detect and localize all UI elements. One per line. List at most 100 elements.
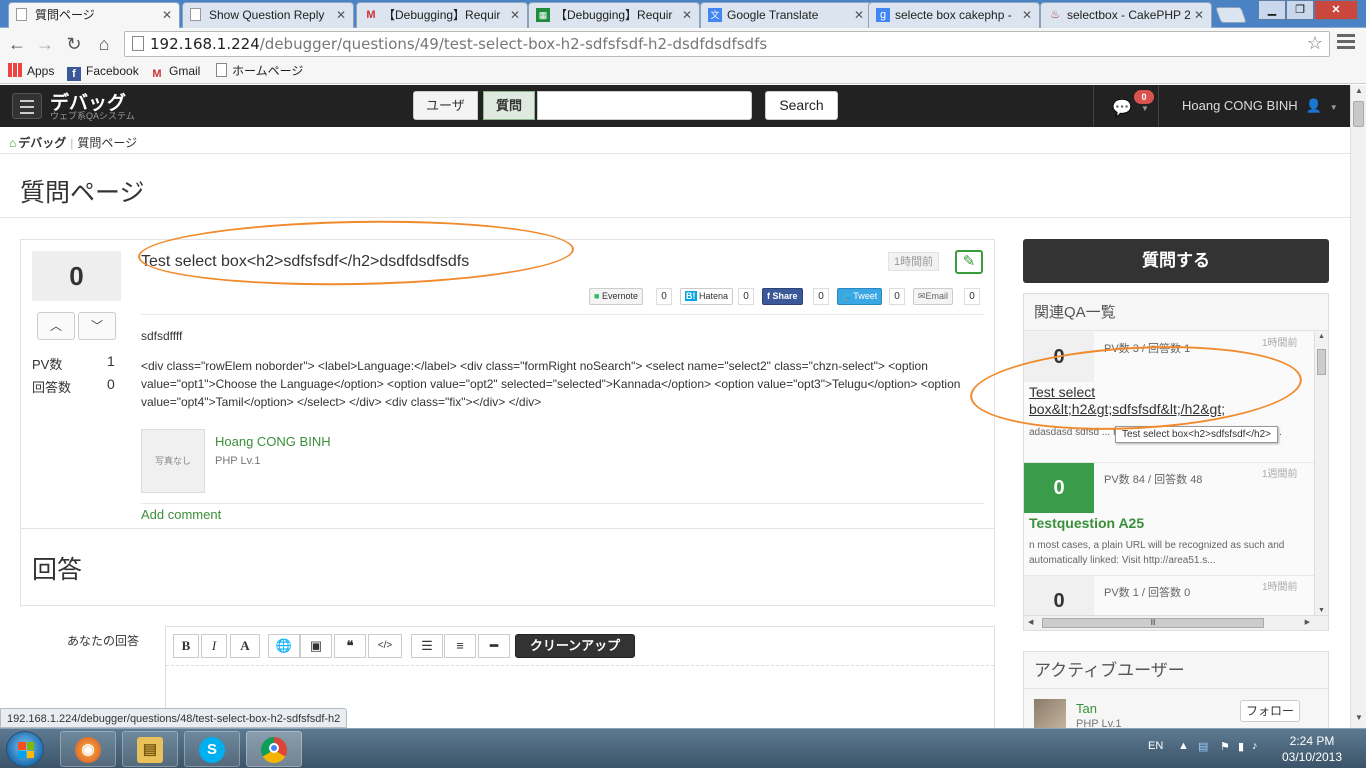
related-list-scrollbar[interactable]: ▲ ▼ (1314, 332, 1328, 615)
home-icon[interactable]: ⌂ (92, 32, 116, 56)
bookmark-apps[interactable]: Apps (8, 63, 54, 79)
page-icon (132, 36, 144, 51)
minimize-button[interactable]: ▁ (1258, 0, 1286, 20)
show-hidden-icons-icon[interactable]: ▲ (1178, 740, 1189, 752)
close-tab-icon[interactable]: ✕ (510, 3, 520, 27)
upvote-button[interactable]: ︿ (37, 312, 75, 340)
reload-icon[interactable]: ↻ (62, 32, 86, 56)
taskbar-firefox[interactable]: ◉ (60, 731, 116, 767)
author-name-link[interactable]: Hoang CONG BINH (215, 434, 331, 449)
user-menu[interactable]: Hoang CONG BINH 👤 ▼ (1182, 98, 1338, 114)
horizontal-rule-button[interactable]: ━ (478, 634, 510, 658)
author-avatar-placeholder[interactable]: 写真なし (141, 429, 205, 493)
notifications-button[interactable]: 💬 0 ▼ (1093, 85, 1159, 127)
related-ago: 1週間前 (1262, 469, 1298, 480)
search-button[interactable]: Search (765, 91, 838, 120)
close-tab-icon[interactable]: ✕ (162, 3, 172, 27)
search-input[interactable] (537, 91, 752, 120)
ime-icon[interactable]: ▤ (1198, 740, 1208, 753)
numbered-list-button[interactable]: ≡ (444, 634, 476, 658)
related-title-link[interactable]: Testquestion A25 (1029, 515, 1144, 532)
italic-button[interactable]: I (201, 634, 227, 658)
scroll-up-arrow-icon[interactable]: ▲ (1351, 86, 1366, 100)
related-list-hscrollbar[interactable]: ◀ Ⅲ ▶ (1024, 615, 1328, 630)
address-bar[interactable]: 192.168.1.224/debugger/questions/49/test… (124, 31, 1330, 57)
close-tab-icon[interactable]: ✕ (336, 3, 346, 27)
flag-icon[interactable]: ⚑ (1220, 740, 1230, 753)
scrollbar-thumb[interactable] (1353, 101, 1364, 127)
add-comment-link[interactable]: Add comment (141, 507, 221, 522)
page-scrollbar[interactable]: ▲ ▼ (1350, 85, 1366, 728)
system-clock[interactable]: 2:24 PM 03/10/2013 (1272, 733, 1352, 765)
forward-arrow-icon[interactable]: → (33, 32, 57, 56)
bold-button[interactable]: B (173, 634, 199, 658)
bookmark-homepage[interactable]: ホームページ (216, 63, 303, 79)
close-tab-icon[interactable]: ✕ (1194, 3, 1204, 27)
taskbar-explorer[interactable]: ▤ (122, 731, 178, 767)
hatena-share-button[interactable]: B! Hatena (680, 288, 734, 305)
close-tab-icon[interactable]: ✕ (682, 3, 692, 27)
scrollbar-thumb[interactable]: Ⅲ (1042, 618, 1264, 628)
firefox-icon: ◉ (75, 737, 101, 763)
email-share-button[interactable]: ✉Email (913, 288, 954, 305)
font-icon: A (240, 638, 250, 653)
language-indicator[interactable]: EN (1148, 740, 1163, 752)
bookmark-gmail[interactable]: M Gmail (150, 63, 200, 81)
follow-button[interactable]: フォロー (1240, 700, 1300, 722)
cleanup-button[interactable]: クリーンアップ (515, 634, 635, 658)
start-button[interactable] (6, 731, 44, 767)
avatar[interactable] (1034, 699, 1066, 728)
network-icon[interactable]: ▮ (1238, 740, 1244, 753)
back-arrow-icon[interactable]: ← (5, 32, 29, 56)
maximize-button[interactable]: ❐ (1286, 0, 1314, 20)
breadcrumb-home-link[interactable]: デバッグ (18, 136, 66, 150)
vote-count: 0 (32, 251, 121, 301)
font-size-button[interactable]: A (230, 634, 260, 658)
ask-question-button[interactable]: 質問する (1023, 239, 1329, 283)
scope-users-button[interactable]: ユーザ (413, 91, 478, 120)
browser-tab[interactable]: ♨ selectbox - CakePHP 2 ✕ (1040, 2, 1212, 28)
related-item[interactable]: 0 PV数 84 / 回答数 48 1週間前 Testquestion A25 … (1024, 462, 1314, 582)
browser-tab[interactable]: M 【Debugging】Requir ✕ (356, 2, 528, 28)
volume-icon[interactable]: ♪ (1252, 740, 1258, 752)
scope-questions-button[interactable]: 質問 (483, 91, 536, 120)
downvote-button[interactable]: ﹀ (78, 312, 116, 340)
browser-tab[interactable]: g selecte box cakephp - ✕ (868, 2, 1040, 28)
windows-logo-icon (18, 742, 34, 758)
scrollbar-thumb[interactable] (1317, 349, 1326, 375)
active-user-name-link[interactable]: Tan (1076, 701, 1097, 716)
hamburger-menu-icon[interactable] (12, 93, 42, 119)
browser-tab[interactable]: Show Question Reply ✕ (182, 2, 354, 28)
chrome-menu-icon[interactable] (1337, 34, 1355, 52)
browser-tab[interactable]: ▦ 【Debugging】Requir ✕ (528, 2, 700, 28)
facebook-share-button[interactable]: f Share (762, 288, 803, 305)
evernote-share-button[interactable]: ■ Evernote (589, 288, 643, 305)
new-tab-button[interactable] (1215, 7, 1247, 23)
related-item[interactable]: 0 PV数 1 / 回答数 0 1時間前 (1024, 575, 1314, 615)
browser-tab[interactable]: 文 Google Translate ✕ (700, 2, 872, 28)
bookmark-star-icon[interactable]: ☆ (1307, 33, 1323, 54)
question-panel: 0 ︿ ﹀ PV数 1 回答数 0 Test select box<h2>sdf… (20, 239, 995, 606)
page-icon (216, 63, 227, 77)
bullet-list-button[interactable]: ☰ (411, 634, 443, 658)
related-stats: PV数 84 / 回答数 48 (1104, 474, 1203, 486)
code-button[interactable]: </> (368, 634, 402, 658)
scroll-down-arrow-icon[interactable]: ▼ (1351, 713, 1366, 727)
scroll-right-arrow-icon[interactable]: ▶ (1305, 618, 1310, 626)
link-button[interactable]: 🌐 (268, 634, 300, 658)
scroll-up-arrow-icon[interactable]: ▲ (1318, 333, 1325, 340)
bookmark-facebook[interactable]: f Facebook (67, 63, 139, 81)
close-tab-icon[interactable]: ✕ (1022, 3, 1032, 27)
edit-icon[interactable]: ✎ (955, 250, 983, 274)
related-qa-panel: 関連QA一覧 0 PV数 3 / 回答数 1 1時間前 Test select … (1023, 293, 1329, 631)
quote-button[interactable]: ❝ (334, 634, 366, 658)
scroll-left-arrow-icon[interactable]: ◀ (1028, 618, 1033, 626)
image-button[interactable]: ▣ (300, 634, 332, 658)
close-tab-icon[interactable]: ✕ (854, 3, 864, 27)
taskbar-skype[interactable]: S (184, 731, 240, 767)
scroll-down-arrow-icon[interactable]: ▼ (1318, 607, 1325, 614)
browser-tab-active[interactable]: 質問ページ ✕ (8, 2, 180, 28)
tweet-button[interactable]: 🐦Tweet (837, 288, 883, 305)
taskbar-chrome[interactable] (246, 731, 302, 767)
close-window-button[interactable]: ✕ (1314, 0, 1358, 20)
